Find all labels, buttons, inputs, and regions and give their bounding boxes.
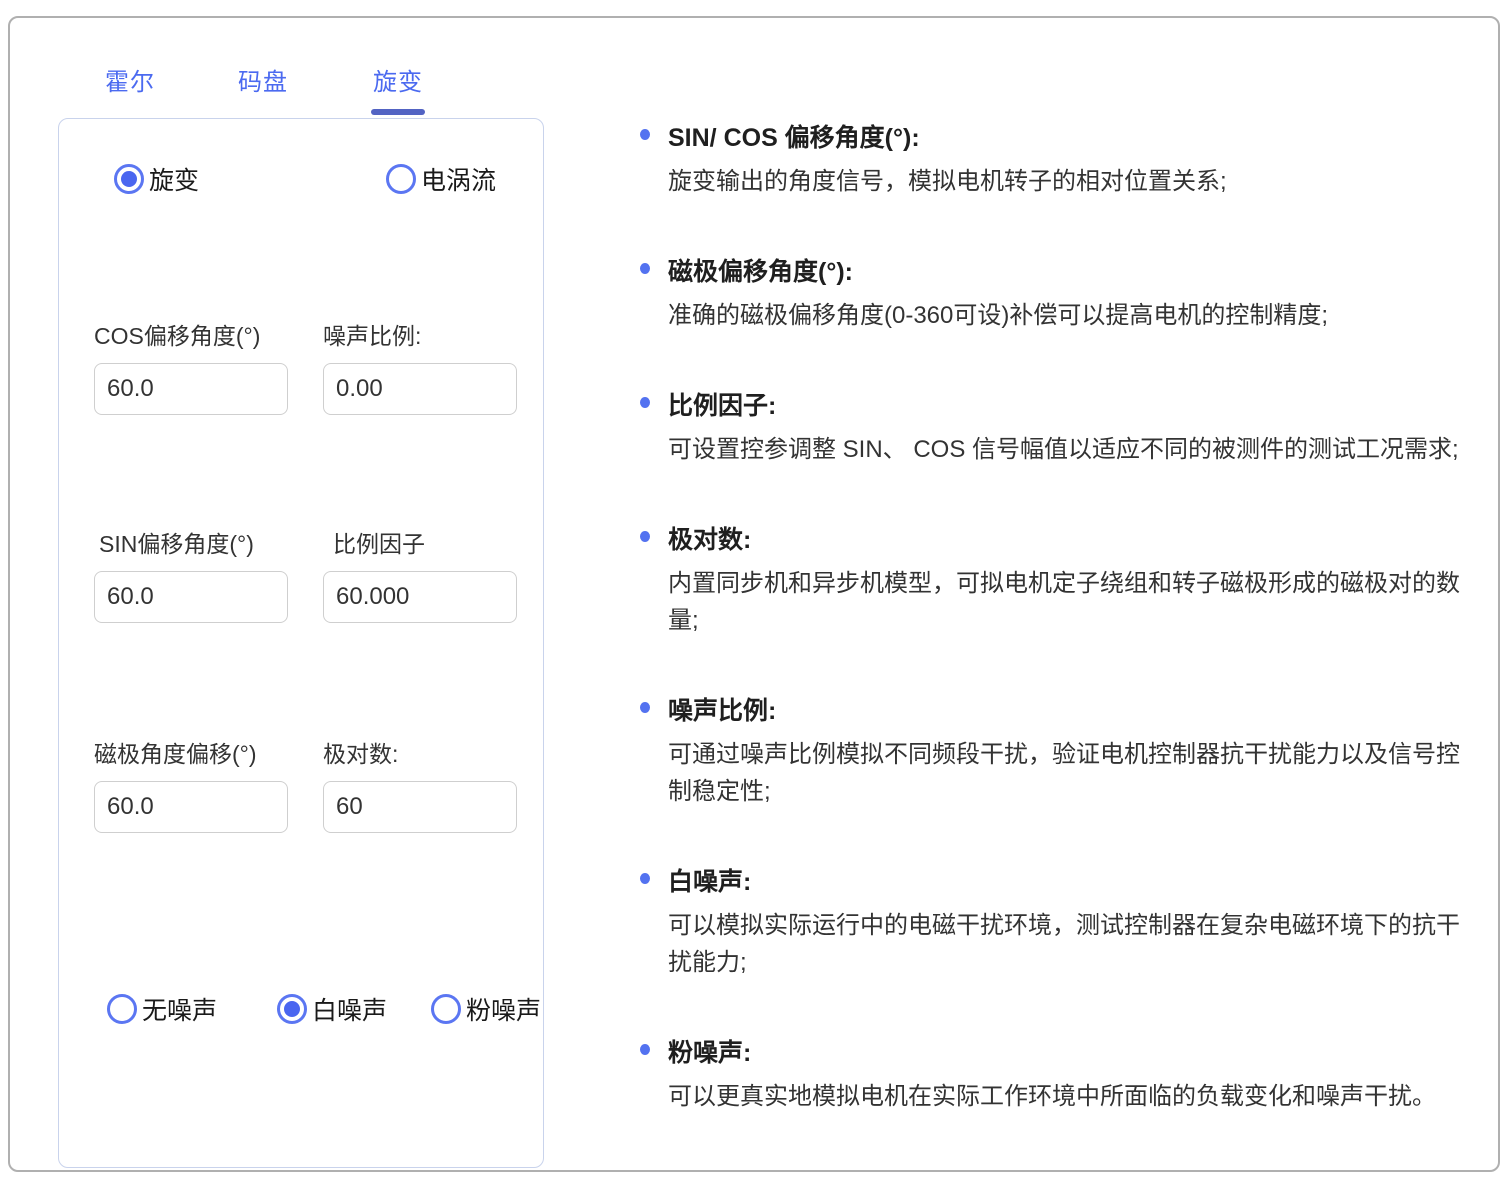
radio-eddy-current-label: 电涡流 — [421, 161, 496, 197]
radio-white-noise[interactable]: 白噪声 — [277, 991, 387, 1027]
resolver-settings-panel: 旋变 电涡流 COS偏移角度(°) 噪声比例: SIN偏移角度(°) 比例因子 … — [58, 118, 544, 1168]
list-item: 极对数: 内置同步机和异步机模型，可拟电机定子绕组和转子磁极形成的磁极对的数量; — [640, 520, 1480, 639]
desc-term-pole-pairs: 极对数: — [668, 520, 1480, 556]
radio-resolver-label: 旋变 — [149, 161, 199, 197]
pole-pairs-input[interactable] — [323, 781, 517, 833]
radio-pink-noise[interactable]: 粉噪声 — [431, 991, 541, 1027]
desc-body: 准确的磁极偏移角度(0-360可设)补偿可以提高电机的控制精度; — [668, 297, 1480, 334]
desc-term-pole-offset: 磁极偏移角度(°): — [668, 252, 1480, 288]
desc-term-noise-ratio: 噪声比例: — [668, 691, 1480, 727]
bullet-icon — [640, 873, 650, 884]
tab-encoder-label: 码盘 — [238, 69, 288, 96]
radio-white-noise-label: 白噪声 — [312, 991, 387, 1027]
pole-angle-offset-input[interactable] — [94, 781, 288, 833]
tab-hall-label: 霍尔 — [105, 69, 155, 96]
bullet-icon — [640, 702, 650, 713]
radio-selected-icon — [114, 164, 144, 194]
desc-body: 可设置控参调整 SIN、 COS 信号幅值以适应不同的被测件的测试工况需求; — [668, 431, 1480, 468]
radio-pink-noise-label: 粉噪声 — [466, 991, 541, 1027]
desc-term-white-noise: 白噪声: — [668, 862, 1480, 898]
radio-unselected-icon — [386, 164, 416, 194]
radio-unselected-icon — [431, 994, 461, 1024]
list-item: 粉噪声: 可以更真实地模拟电机在实际工作环境中所面临的负载变化和噪声干扰。 — [640, 1033, 1480, 1115]
desc-body: 可以模拟实际运行中的电磁干扰环境，测试控制器在复杂电磁环境下的抗干扰能力; — [668, 907, 1480, 981]
list-item: 比例因子: 可设置控参调整 SIN、 COS 信号幅值以适应不同的被测件的测试工… — [640, 386, 1480, 468]
sin-offset-label: SIN偏移角度(°) — [99, 525, 254, 559]
tab-resolver-underline — [371, 109, 425, 115]
bullet-icon — [640, 397, 650, 408]
tab-hall[interactable]: 霍尔 — [105, 62, 155, 115]
bullet-icon — [640, 129, 650, 140]
desc-term-sin-cos-offset: SIN/ COS 偏移角度(°): — [668, 118, 1480, 154]
radio-resolver[interactable]: 旋变 — [114, 161, 199, 197]
list-item: SIN/ COS 偏移角度(°): 旋变输出的角度信号，模拟电机转子的相对位置关… — [640, 118, 1480, 200]
parameter-description-list: SIN/ COS 偏移角度(°): 旋变输出的角度信号，模拟电机转子的相对位置关… — [640, 118, 1480, 1115]
radio-no-noise[interactable]: 无噪声 — [107, 991, 217, 1027]
list-item: 白噪声: 可以模拟实际运行中的电磁干扰环境，测试控制器在复杂电磁环境下的抗干扰能… — [640, 862, 1480, 981]
desc-body: 可通过噪声比例模拟不同频段干扰，验证电机控制器抗干扰能力以及信号控制稳定性; — [668, 736, 1480, 810]
noise-ratio-label: 噪声比例: — [323, 317, 421, 351]
cos-offset-input[interactable] — [94, 363, 288, 415]
app-frame: 霍尔 码盘 旋变 旋变 电涡流 COS偏移角度(°) 噪声比例: SIN偏移角度… — [8, 16, 1500, 1172]
tab-resolver-label: 旋变 — [373, 69, 423, 96]
radio-no-noise-label: 无噪声 — [142, 991, 217, 1027]
bullet-icon — [640, 263, 650, 274]
radio-unselected-icon — [107, 994, 137, 1024]
sensor-tab-bar: 霍尔 码盘 旋变 — [105, 62, 425, 115]
tab-resolver[interactable]: 旋变 — [371, 62, 425, 115]
sin-offset-input[interactable] — [94, 571, 288, 623]
desc-body: 可以更真实地模拟电机在实际工作环境中所面临的负载变化和噪声干扰。 — [668, 1078, 1480, 1115]
desc-term-scale-factor: 比例因子: — [668, 386, 1480, 422]
scale-factor-input[interactable] — [323, 571, 517, 623]
list-item: 磁极偏移角度(°): 准确的磁极偏移角度(0-360可设)补偿可以提高电机的控制… — [640, 252, 1480, 334]
noise-ratio-input[interactable] — [323, 363, 517, 415]
desc-term-pink-noise: 粉噪声: — [668, 1033, 1480, 1069]
bullet-icon — [640, 1044, 650, 1055]
bullet-icon — [640, 531, 650, 542]
radio-eddy-current[interactable]: 电涡流 — [386, 161, 496, 197]
scale-factor-label: 比例因子 — [333, 525, 425, 559]
cos-offset-label: COS偏移角度(°) — [94, 317, 260, 351]
pole-angle-offset-label: 磁极角度偏移(°) — [94, 735, 257, 769]
radio-selected-icon — [277, 994, 307, 1024]
list-item: 噪声比例: 可通过噪声比例模拟不同频段干扰，验证电机控制器抗干扰能力以及信号控制… — [640, 691, 1480, 810]
tab-encoder[interactable]: 码盘 — [238, 62, 288, 115]
desc-body: 内置同步机和异步机模型，可拟电机定子绕组和转子磁极形成的磁极对的数量; — [668, 565, 1480, 639]
pole-pairs-label: 极对数: — [323, 735, 398, 769]
desc-body: 旋变输出的角度信号，模拟电机转子的相对位置关系; — [668, 163, 1480, 200]
